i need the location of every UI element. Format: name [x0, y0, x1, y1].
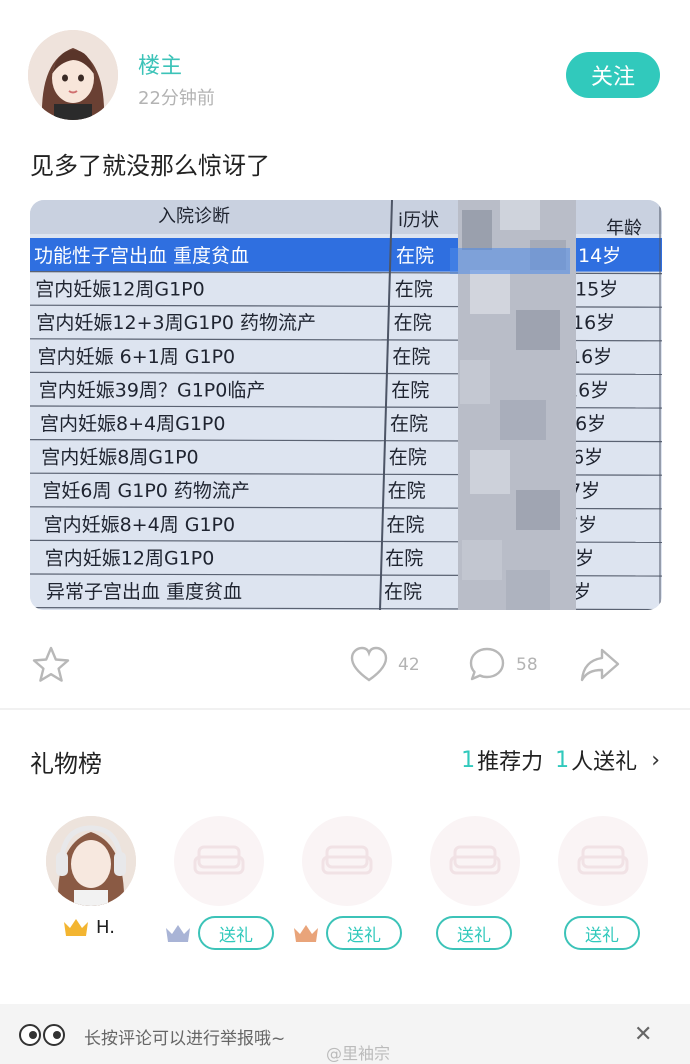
favorite-button[interactable]	[30, 644, 72, 686]
cell-diagnosis: 宫内妊娠8周G1P0	[41, 447, 198, 469]
cell-status: 在院	[391, 379, 429, 401]
cell-status: 在院	[390, 413, 428, 435]
comment-button[interactable]: 58	[466, 644, 538, 686]
cell-age: 15岁	[575, 279, 618, 301]
cell-status: 在院	[394, 312, 432, 334]
send-gift-button[interactable]: 送礼	[436, 916, 512, 950]
send-gift-button[interactable]: 送礼	[564, 916, 640, 950]
watermark: @里袖宗	[326, 1044, 391, 1063]
sofa-icon	[193, 845, 245, 875]
sofa-icon	[321, 845, 373, 875]
post-photo[interactable]: 入院诊断 i历状 年龄 功能性子宫出血 重度贫血 在院 14岁 宫内妊娠12周G1P0…	[30, 200, 662, 610]
gift-ranking-title: 礼物榜	[30, 750, 102, 778]
post-time: 22分钟前	[138, 88, 215, 109]
recommend-count: 1	[461, 747, 476, 773]
bottom-hint-bar: 长按评论可以进行举报哦~ @里袖宗 ✕	[0, 1004, 690, 1064]
share-icon	[580, 648, 620, 682]
empty-gift-slot[interactable]	[302, 816, 392, 906]
cell-status: 在院	[384, 581, 422, 603]
cell-status: 在院	[395, 279, 433, 301]
star-icon	[32, 646, 70, 682]
sofa-icon	[449, 845, 501, 875]
report-hint: 长按评论可以进行举报哦~	[84, 1029, 286, 1049]
gift-stats-link[interactable]: 1 推荐力 1 人送礼 ›	[461, 744, 660, 776]
cell-diagnosis: 宫妊6周 G1P0 药物流产	[42, 480, 250, 502]
sofa-icon	[577, 845, 629, 875]
giver-count: 1	[555, 747, 570, 773]
cell-diagnosis: 宫内妊娠8+4周 G1P0	[44, 514, 236, 536]
eyes-icon	[19, 1024, 65, 1046]
gift-giver-name: H.	[96, 916, 115, 938]
giver-label: 人送礼	[571, 750, 638, 775]
cell-diagnosis: 宫内妊娠12周G1P0	[35, 279, 205, 301]
bronze-crown-icon	[294, 925, 318, 942]
post-header: 楼主 22分钟前 关注	[0, 0, 690, 130]
cell-age: 14岁	[578, 245, 621, 267]
cell-diagnosis: 宫内妊娠 6+1周 G1P0	[38, 346, 236, 368]
silver-crown-icon	[166, 925, 190, 942]
close-icon[interactable]: ✕	[634, 1022, 652, 1047]
cell-diagnosis: 异常子宫出血 重度贫血	[46, 581, 242, 603]
chevron-right-icon: ›	[651, 747, 660, 773]
cell-diagnosis: 宫内妊娠8+4周G1P0	[40, 413, 225, 435]
cell-diagnosis: 功能性子宫出血 重度贫血	[34, 245, 249, 267]
author-name[interactable]: 楼主	[138, 48, 182, 80]
like-count: 42	[398, 655, 420, 675]
rank-2: 送礼	[164, 916, 274, 950]
cell-status: 在院	[386, 514, 424, 536]
header-diagnosis: 入院诊断	[158, 206, 230, 227]
cell-status: 在院	[396, 245, 434, 267]
cell-diagnosis: 宫内妊娠12周G1P0	[45, 547, 215, 569]
gift-giver-avatar[interactable]	[46, 816, 136, 906]
cell-status: 在院	[388, 480, 426, 502]
cell-diagnosis: 宫内妊娠39周？G1P0临产	[39, 379, 266, 401]
follow-button[interactable]: 关注	[566, 52, 660, 98]
header-age: 年龄	[606, 218, 642, 239]
like-button[interactable]: 42	[348, 644, 420, 686]
heart-icon	[350, 646, 388, 682]
section-divider	[0, 708, 690, 710]
share-button[interactable]	[578, 644, 622, 686]
redaction-mosaic	[450, 200, 576, 610]
rank-4: 送礼	[436, 916, 512, 950]
empty-gift-slot[interactable]	[558, 816, 648, 906]
rank-3: 送礼	[292, 916, 402, 950]
cell-status: 在院	[389, 447, 427, 469]
recommend-label: 推荐力	[477, 750, 544, 775]
header-status: i历状	[398, 210, 439, 231]
action-bar: 42 58	[0, 636, 690, 696]
cell-diagnosis: 宫内妊娠12+3周G1P0 药物流产	[36, 312, 316, 334]
empty-gift-slot[interactable]	[174, 816, 264, 906]
gold-crown-icon	[64, 919, 88, 936]
cell-status: 在院	[385, 547, 423, 569]
post-text: 见多了就没那么惊讶了	[30, 152, 270, 180]
comment-count: 58	[516, 655, 538, 675]
cell-age: 16岁	[572, 312, 615, 334]
rank-1: H.	[62, 916, 115, 938]
send-gift-button[interactable]: 送礼	[198, 916, 274, 950]
send-gift-button[interactable]: 送礼	[326, 916, 402, 950]
cell-status: 在院	[392, 346, 430, 368]
comment-icon	[469, 647, 505, 681]
author-avatar[interactable]	[28, 30, 118, 120]
empty-gift-slot[interactable]	[430, 816, 520, 906]
rank-5: 送礼	[564, 916, 640, 950]
